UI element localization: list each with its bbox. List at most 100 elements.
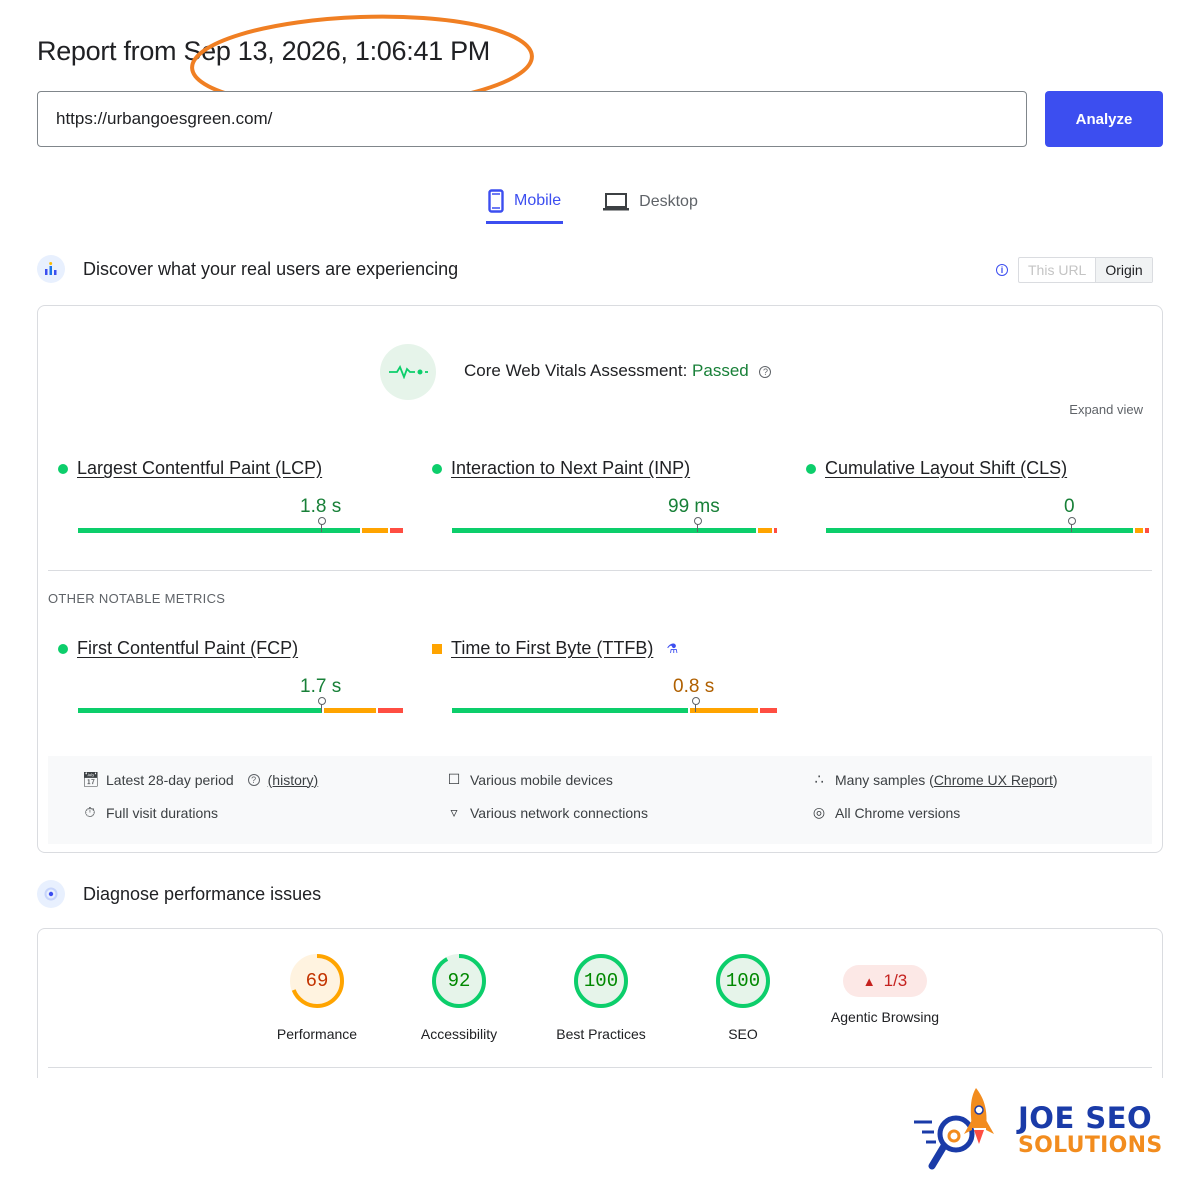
tab-desktop[interactable]: Desktop <box>601 180 700 224</box>
agentic-score-value: 1/3 <box>883 971 908 990</box>
visit-durations: ⏱︎ Full visit durations <box>82 804 219 821</box>
metric-fcp: First Contentful Paint (FCP) 1.7 s <box>58 638 403 713</box>
metric-inp: Interaction to Next Paint (INP) 99 ms <box>432 458 777 533</box>
diagnose-card: 69 Performance 92 Accessibility 100 Best… <box>37 928 1163 1078</box>
good-status-dot <box>58 643 68 654</box>
help-icon[interactable]: ? <box>247 773 260 786</box>
good-status-dot <box>58 463 68 474</box>
tab-mobile-label: Mobile <box>514 191 562 209</box>
distribution-bar <box>452 528 777 533</box>
chrome-icon: ◎ <box>812 804 826 820</box>
score-value: 100 <box>583 970 619 992</box>
toggle-origin[interactable]: Origin <box>1095 258 1152 282</box>
network-info: ▿ Various network connections <box>446 804 648 821</box>
toggle-this-url[interactable]: This URL <box>1019 258 1095 282</box>
diagnose-header: Diagnose performance issues <box>37 880 321 908</box>
tab-mobile[interactable]: Mobile <box>486 180 564 224</box>
metric-ttfb-link[interactable]: Time to First Byte (TTFB) <box>451 638 653 659</box>
good-status-dot <box>806 463 816 474</box>
pulse-icon <box>380 344 436 400</box>
samples-info: ∴ Many samples (Chrome UX Report) <box>811 771 1058 788</box>
score-label: Best Practices <box>556 1026 646 1042</box>
distribution-bar <box>452 708 777 713</box>
experimental-flask-icon: ⚗ <box>666 640 678 656</box>
gauge-seo[interactable]: 100 SEO <box>694 953 792 1042</box>
distribution-bar <box>78 708 403 713</box>
good-status-dot <box>432 463 442 474</box>
metric-fcp-link[interactable]: First Contentful Paint (FCP) <box>77 638 298 659</box>
device-tabs: Mobile Desktop <box>486 180 700 224</box>
network-label: Various network connections <box>470 804 648 821</box>
percentile-marker <box>1067 517 1076 532</box>
expand-view-link[interactable]: Expand view <box>1069 402 1143 417</box>
score-value: 69 <box>305 970 329 992</box>
agentic-score-pill: ▲ 1/3 <box>842 965 928 997</box>
metric-cls: Cumulative Layout Shift (CLS) 0 <box>806 458 1149 533</box>
gauge-performance[interactable]: 69 Performance <box>268 953 366 1042</box>
gauge-accessibility[interactable]: 92 Accessibility <box>410 953 508 1042</box>
score-ring: 100 <box>573 953 629 1009</box>
brand-wordmark: JOE SEO SOLUTIONS <box>1018 1104 1163 1157</box>
desktop-icon <box>603 193 630 211</box>
calendar-icon: 📅︎ <box>82 771 100 787</box>
metric-inp-link[interactable]: Interaction to Next Paint (INP) <box>451 458 690 479</box>
metric-lcp-link[interactable]: Largest Contentful Paint (LCP) <box>77 458 322 479</box>
score-value: 100 <box>725 970 761 992</box>
metric-lcp-value: 1.8 s <box>300 496 342 517</box>
metric-inp-value: 99 ms <box>668 496 720 517</box>
chrome-versions-label: All Chrome versions <box>835 804 961 821</box>
metric-fcp-value: 1.7 s <box>300 676 342 697</box>
metric-cls-link[interactable]: Cumulative Layout Shift (CLS) <box>825 458 1067 479</box>
score-ring: 92 <box>431 953 487 1009</box>
samples-suffix: ) <box>1052 771 1058 788</box>
cwv-assessment-label: Core Web Vitals Assessment: <box>464 361 688 380</box>
chrome-ux-report-link[interactable]: Chrome UX Report <box>934 772 1053 788</box>
toggle-group: This URL Origin <box>1018 257 1153 283</box>
score-label: Agentic Browsing <box>830 1009 940 1025</box>
cwv-card: Core Web Vitals Assessment: Passed ? Exp… <box>37 305 1163 853</box>
percentile-marker <box>691 697 700 712</box>
collection-period-label: Latest 28-day period <box>106 771 234 788</box>
stopwatch-icon: ⏱︎ <box>84 804 96 820</box>
score-gauges: 69 Performance 92 Accessibility 100 Best… <box>268 953 939 1042</box>
gauge-agentic-browsing[interactable]: ▲ 1/3 Agentic Browsing <box>831 953 939 1042</box>
distribution-bar <box>78 528 403 533</box>
cwv-assessment-status: Passed <box>692 361 749 380</box>
score-label: Performance <box>276 1026 358 1042</box>
brand-line2: SOLUTIONS <box>1018 1133 1163 1158</box>
percentile-marker <box>693 517 702 532</box>
section-divider <box>48 570 1152 571</box>
metric-ttfb-value: 0.8 s <box>673 676 715 697</box>
gauge-best-practices[interactable]: 100 Best Practices <box>552 953 650 1042</box>
field-data-details: 📅︎ Latest 28-day period ? (history) ⏱︎ F… <box>48 756 1152 844</box>
metric-cls-value: 0 <box>1064 496 1075 517</box>
score-value: 92 <box>447 970 471 992</box>
visit-durations-label: Full visit durations <box>106 804 219 821</box>
samples-prefix: Many samples ( <box>835 771 934 788</box>
analyze-button[interactable]: Analyze <box>1045 91 1163 147</box>
score-label: SEO <box>728 1026 758 1042</box>
mobile-icon <box>488 188 504 213</box>
other-metrics-heading: OTHER NOTABLE METRICS <box>48 591 226 606</box>
metric-lcp: Largest Contentful Paint (LCP) 1.8 s <box>58 458 403 533</box>
users-chart-icon <box>37 255 65 283</box>
brand-line1: JOE SEO <box>1018 1101 1153 1135</box>
joe-seo-solutions-logo: JOE SEO SOLUTIONS <box>910 1082 1163 1174</box>
distribution-bar <box>826 528 1151 533</box>
info-icon[interactable]: i <box>996 264 1008 276</box>
field-data-heading: Discover what your real users are experi… <box>83 258 459 279</box>
help-icon[interactable]: ? <box>759 365 772 378</box>
history-link[interactable]: (history) <box>268 772 319 788</box>
devices-icon: ☐ <box>447 771 461 787</box>
field-data-header: Discover what your real users are experi… <box>37 255 458 283</box>
tab-desktop-label: Desktop <box>639 193 698 210</box>
url-origin-toggle: i This URL Origin <box>996 257 1153 283</box>
warning-triangle-icon: ▲ <box>862 973 876 989</box>
cwv-assessment: Core Web Vitals Assessment: Passed ? <box>464 361 772 381</box>
chrome-versions-info: ◎ All Chrome versions <box>811 804 960 821</box>
metric-ttfb: Time to First Byte (TTFB) ⚗ 0.8 s <box>432 638 777 713</box>
diagnose-heading: Diagnose performance issues <box>83 883 322 904</box>
devices-label: Various mobile devices <box>470 771 613 788</box>
url-input[interactable] <box>37 91 1027 147</box>
wifi-icon: ▿ <box>450 804 458 820</box>
